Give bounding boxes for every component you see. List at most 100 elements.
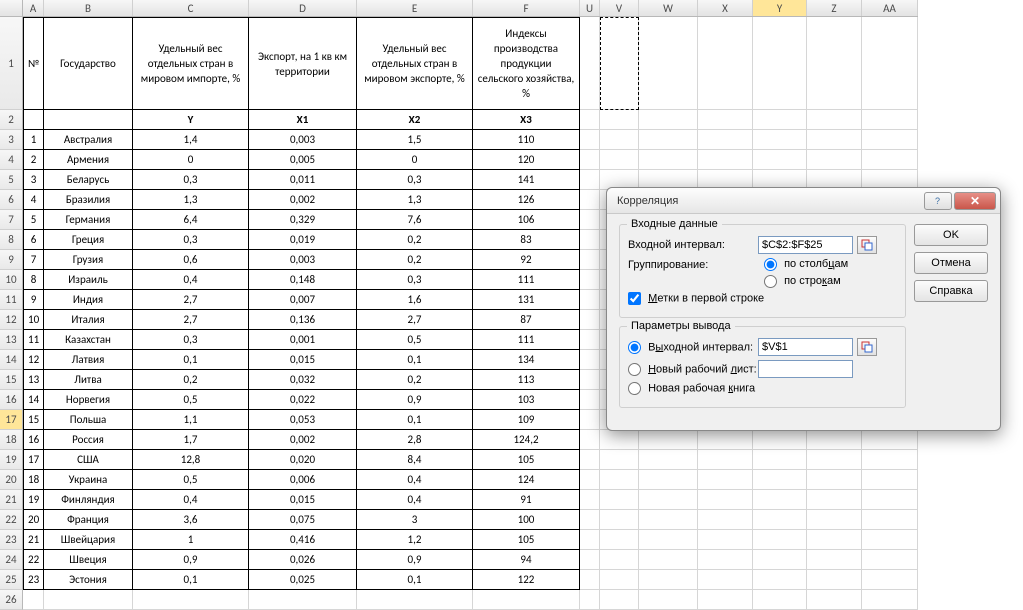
cell-A1[interactable]: №	[23, 17, 44, 110]
cell-Y21[interactable]	[753, 490, 807, 510]
cell-V26[interactable]	[600, 590, 639, 610]
output-range-ref-button[interactable]	[857, 338, 877, 356]
input-range-ref-button[interactable]	[857, 236, 877, 254]
cell-A23[interactable]: 21	[23, 530, 44, 550]
cell-Z1[interactable]	[807, 17, 862, 110]
cell-V25[interactable]	[600, 570, 639, 590]
new-workbook-option[interactable]: Новая рабочая книга	[628, 382, 755, 395]
cell-V3[interactable]	[600, 130, 639, 150]
cell-F5[interactable]: 141	[473, 170, 580, 190]
cell-V23[interactable]	[600, 530, 639, 550]
cell-D12[interactable]: 0,136	[249, 310, 357, 330]
cell-C2[interactable]: Y	[133, 110, 249, 130]
cell-E22[interactable]: 3	[357, 510, 473, 530]
row-header-9[interactable]: 9	[0, 250, 23, 270]
row-header-15[interactable]: 15	[0, 370, 23, 390]
cell-Z18[interactable]	[807, 430, 862, 450]
cell-Z24[interactable]	[807, 550, 862, 570]
row-header-3[interactable]: 3	[0, 130, 23, 150]
cell-F14[interactable]: 134	[473, 350, 580, 370]
cell-A16[interactable]: 14	[23, 390, 44, 410]
column-header-F[interactable]: F	[473, 0, 580, 16]
output-range-option[interactable]: Выходной интервал:	[628, 341, 758, 354]
cell-A12[interactable]: 10	[23, 310, 44, 330]
cell-V2[interactable]	[600, 110, 639, 130]
column-header-AA[interactable]: AA	[862, 0, 918, 16]
cell-AA24[interactable]	[862, 550, 918, 570]
row-header-23[interactable]: 23	[0, 530, 23, 550]
cell-X20[interactable]	[698, 470, 753, 490]
cell-A4[interactable]: 2	[23, 150, 44, 170]
cell-D24[interactable]: 0,026	[249, 550, 357, 570]
cell-A22[interactable]: 20	[23, 510, 44, 530]
cell-V20[interactable]	[600, 470, 639, 490]
cell-AA18[interactable]	[862, 430, 918, 450]
cell-W22[interactable]	[639, 510, 698, 530]
column-header-W[interactable]: W	[639, 0, 698, 16]
cell-E2[interactable]: X2	[357, 110, 473, 130]
cell-W23[interactable]	[639, 530, 698, 550]
cell-A8[interactable]: 6	[23, 230, 44, 250]
cell-B7[interactable]: Германия	[44, 210, 133, 230]
cell-W18[interactable]	[639, 430, 698, 450]
cell-X22[interactable]	[698, 510, 753, 530]
cell-C15[interactable]: 0,2	[133, 370, 249, 390]
cell-C22[interactable]: 3,6	[133, 510, 249, 530]
cell-Z19[interactable]	[807, 450, 862, 470]
cell-D25[interactable]: 0,025	[249, 570, 357, 590]
cell-E19[interactable]: 8,4	[357, 450, 473, 470]
cell-Y26[interactable]	[753, 590, 807, 610]
cell-AA2[interactable]	[862, 110, 918, 130]
cell-A17[interactable]: 15	[23, 410, 44, 430]
cell-B18[interactable]: Россия	[44, 430, 133, 450]
cell-A13[interactable]: 11	[23, 330, 44, 350]
cell-C1[interactable]: Удельный вес отдельных стран в мировом и…	[133, 17, 249, 110]
cell-E25[interactable]: 0,1	[357, 570, 473, 590]
cell-Y25[interactable]	[753, 570, 807, 590]
cell-D11[interactable]: 0,007	[249, 290, 357, 310]
cell-E21[interactable]: 0,4	[357, 490, 473, 510]
cell-Z2[interactable]	[807, 110, 862, 130]
cell-D2[interactable]: X1	[249, 110, 357, 130]
cell-U7[interactable]	[580, 210, 600, 230]
cell-Y1[interactable]	[753, 17, 807, 110]
cell-E15[interactable]: 0,2	[357, 370, 473, 390]
cell-W20[interactable]	[639, 470, 698, 490]
cell-B12[interactable]: Италия	[44, 310, 133, 330]
ok-button[interactable]: OK	[914, 224, 988, 246]
cell-V1[interactable]	[600, 17, 639, 110]
cell-U6[interactable]	[580, 190, 600, 210]
cell-E17[interactable]: 0,1	[357, 410, 473, 430]
cell-U14[interactable]	[580, 350, 600, 370]
cell-F12[interactable]: 87	[473, 310, 580, 330]
cell-B20[interactable]: Украина	[44, 470, 133, 490]
cell-D26[interactable]	[249, 590, 357, 610]
cell-B25[interactable]: Эстония	[44, 570, 133, 590]
cell-U3[interactable]	[580, 130, 600, 150]
cell-C23[interactable]: 1	[133, 530, 249, 550]
cell-E16[interactable]: 0,9	[357, 390, 473, 410]
cell-C18[interactable]: 1,7	[133, 430, 249, 450]
cell-E9[interactable]: 0,2	[357, 250, 473, 270]
row-header-7[interactable]: 7	[0, 210, 23, 230]
column-header-X[interactable]: X	[698, 0, 753, 16]
cell-F6[interactable]: 126	[473, 190, 580, 210]
column-header-Z[interactable]: Z	[807, 0, 862, 16]
cell-U24[interactable]	[580, 550, 600, 570]
row-header-11[interactable]: 11	[0, 290, 23, 310]
cell-D7[interactable]: 0,329	[249, 210, 357, 230]
cell-Y2[interactable]	[753, 110, 807, 130]
cell-X1[interactable]	[698, 17, 753, 110]
cell-E13[interactable]: 0,5	[357, 330, 473, 350]
cell-U11[interactable]	[580, 290, 600, 310]
cell-V24[interactable]	[600, 550, 639, 570]
row-header-8[interactable]: 8	[0, 230, 23, 250]
cell-D17[interactable]: 0,053	[249, 410, 357, 430]
cell-B16[interactable]: Норвегия	[44, 390, 133, 410]
column-header-A[interactable]: A	[23, 0, 44, 16]
cell-D3[interactable]: 0,003	[249, 130, 357, 150]
cell-Y18[interactable]	[753, 430, 807, 450]
cell-D5[interactable]: 0,011	[249, 170, 357, 190]
cell-C12[interactable]: 2,7	[133, 310, 249, 330]
row-header-14[interactable]: 14	[0, 350, 23, 370]
